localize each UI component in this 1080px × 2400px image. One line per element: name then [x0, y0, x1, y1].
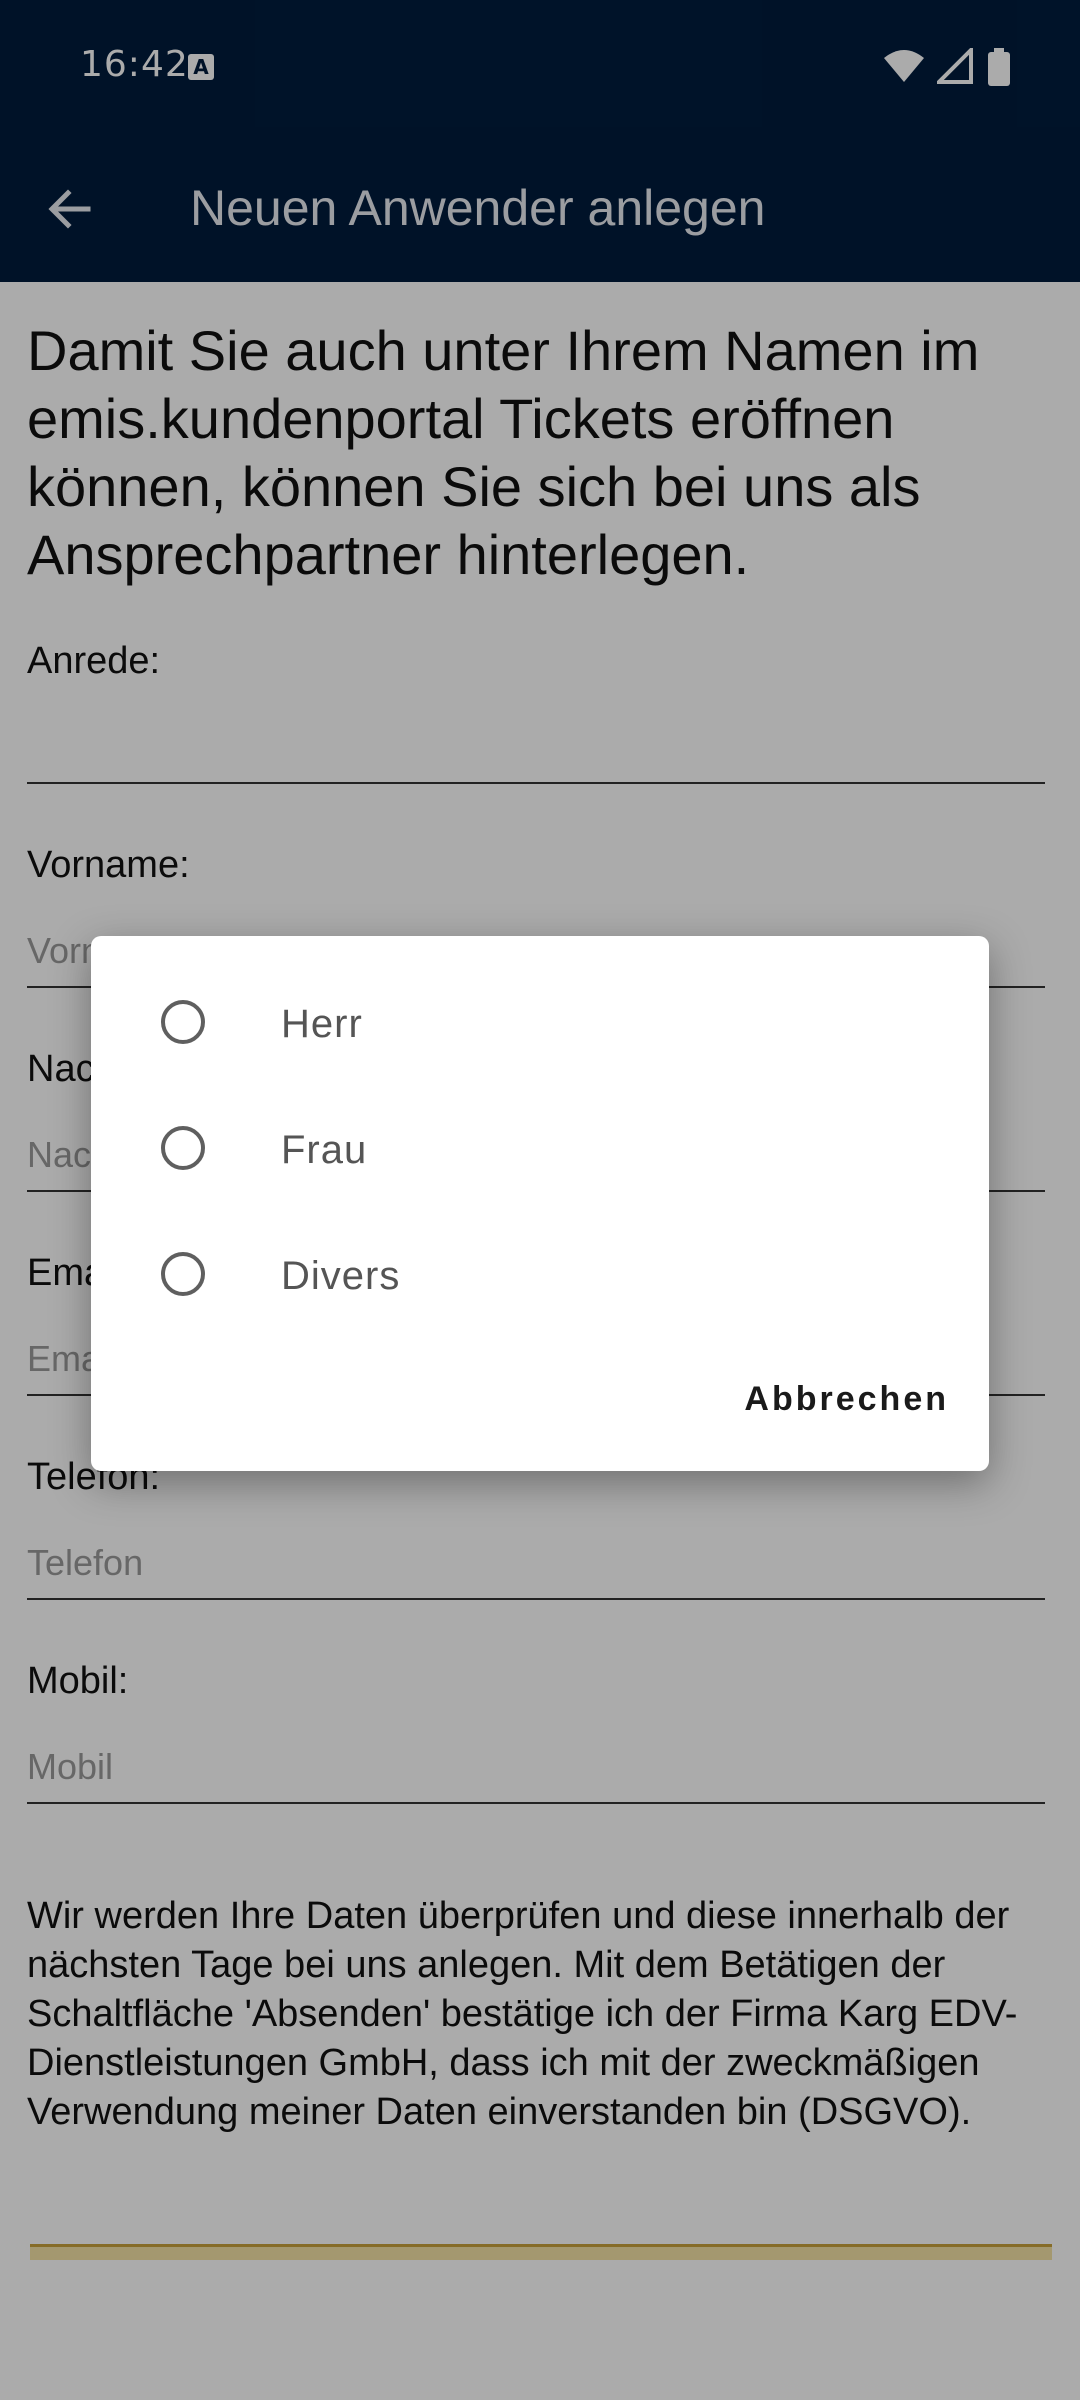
- option-label: Herr: [281, 1002, 363, 1046]
- option-divers[interactable]: Divers: [91, 1224, 989, 1334]
- option-label: Frau: [281, 1128, 368, 1172]
- radio-button-unchecked-icon[interactable]: [161, 1126, 205, 1170]
- anrede-dialog: Herr Frau Divers Abbrechen: [91, 936, 989, 1471]
- option-herr[interactable]: Herr: [91, 972, 989, 1082]
- option-frau[interactable]: Frau: [91, 1098, 989, 1208]
- radio-button-unchecked-icon[interactable]: [161, 1252, 205, 1296]
- option-label: Divers: [281, 1254, 401, 1298]
- cancel-button[interactable]: Abbrechen: [744, 1380, 949, 1419]
- radio-button-unchecked-icon[interactable]: [161, 1000, 205, 1044]
